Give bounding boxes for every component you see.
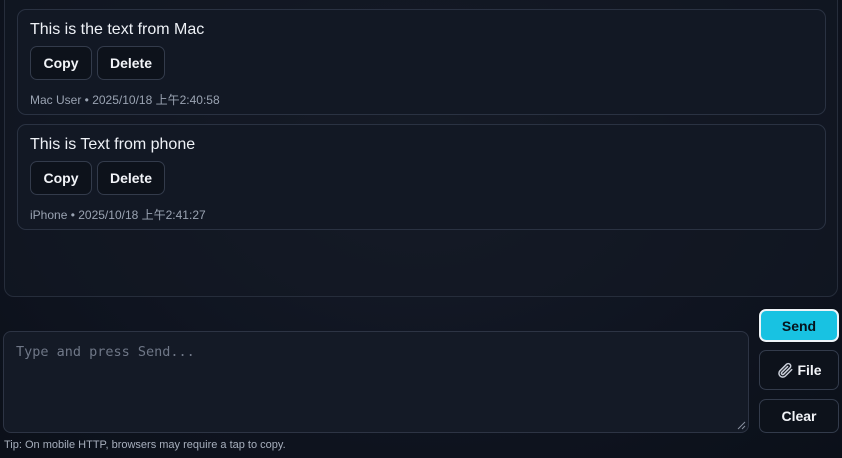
copy-button[interactable]: Copy <box>30 46 92 80</box>
clear-button-label: Clear <box>781 408 817 424</box>
message-card: This is the text from Mac Copy Delete Ma… <box>17 9 826 115</box>
message-text: This is Text from phone <box>30 136 196 153</box>
paperclip-icon <box>778 362 793 378</box>
resize-handle-icon[interactable] <box>737 421 746 430</box>
send-button[interactable]: Send <box>759 309 839 342</box>
delete-button[interactable]: Delete <box>97 161 165 195</box>
message-input-placeholder: Type and press Send... <box>16 344 195 360</box>
message-input[interactable]: Type and press Send... <box>3 331 749 433</box>
message-meta: Mac User • 2025/10/18 上午2:40:58 <box>30 93 220 107</box>
message-feed: This is the text from Mac Copy Delete Ma… <box>4 0 838 297</box>
file-button-label: File <box>797 362 822 378</box>
clear-button[interactable]: Clear <box>759 399 839 433</box>
delete-button[interactable]: Delete <box>97 46 165 80</box>
copy-button[interactable]: Copy <box>30 161 92 195</box>
send-button-label: Send <box>781 317 817 334</box>
message-text: This is the text from Mac <box>30 21 205 38</box>
message-meta: iPhone • 2025/10/18 上午2:41:27 <box>30 208 206 222</box>
message-card: This is Text from phone Copy Delete iPho… <box>17 124 826 230</box>
file-button[interactable]: File <box>759 350 839 390</box>
tip-text: Tip: On mobile HTTP, browsers may requir… <box>4 439 286 451</box>
